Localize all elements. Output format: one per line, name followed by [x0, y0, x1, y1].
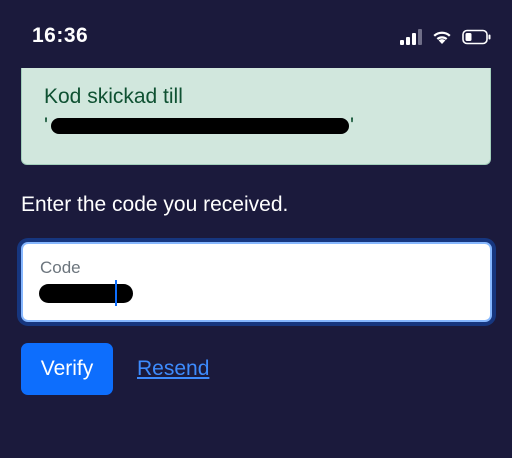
alert-message: Kod skickad till	[44, 85, 183, 108]
code-field-label: Code	[40, 258, 81, 277]
verify-button[interactable]: Verify	[21, 343, 113, 395]
status-time: 16:36	[32, 24, 89, 47]
text-caret	[115, 280, 117, 306]
status-bar: 16:36	[0, 0, 512, 66]
code-input[interactable]: Code	[21, 242, 492, 322]
status-icons	[400, 28, 492, 45]
battery-icon	[462, 29, 491, 44]
resend-link[interactable]: Resend	[137, 357, 209, 381]
code-sent-alert: Kod skickad till ' '	[21, 68, 491, 165]
recipient-email-redacted: ' '	[44, 114, 355, 137]
instruction-text: Enter the code you received.	[21, 193, 289, 216]
wifi-icon	[433, 31, 451, 44]
cellular-signal-icon	[400, 28, 422, 45]
code-value-redacted	[39, 284, 133, 303]
